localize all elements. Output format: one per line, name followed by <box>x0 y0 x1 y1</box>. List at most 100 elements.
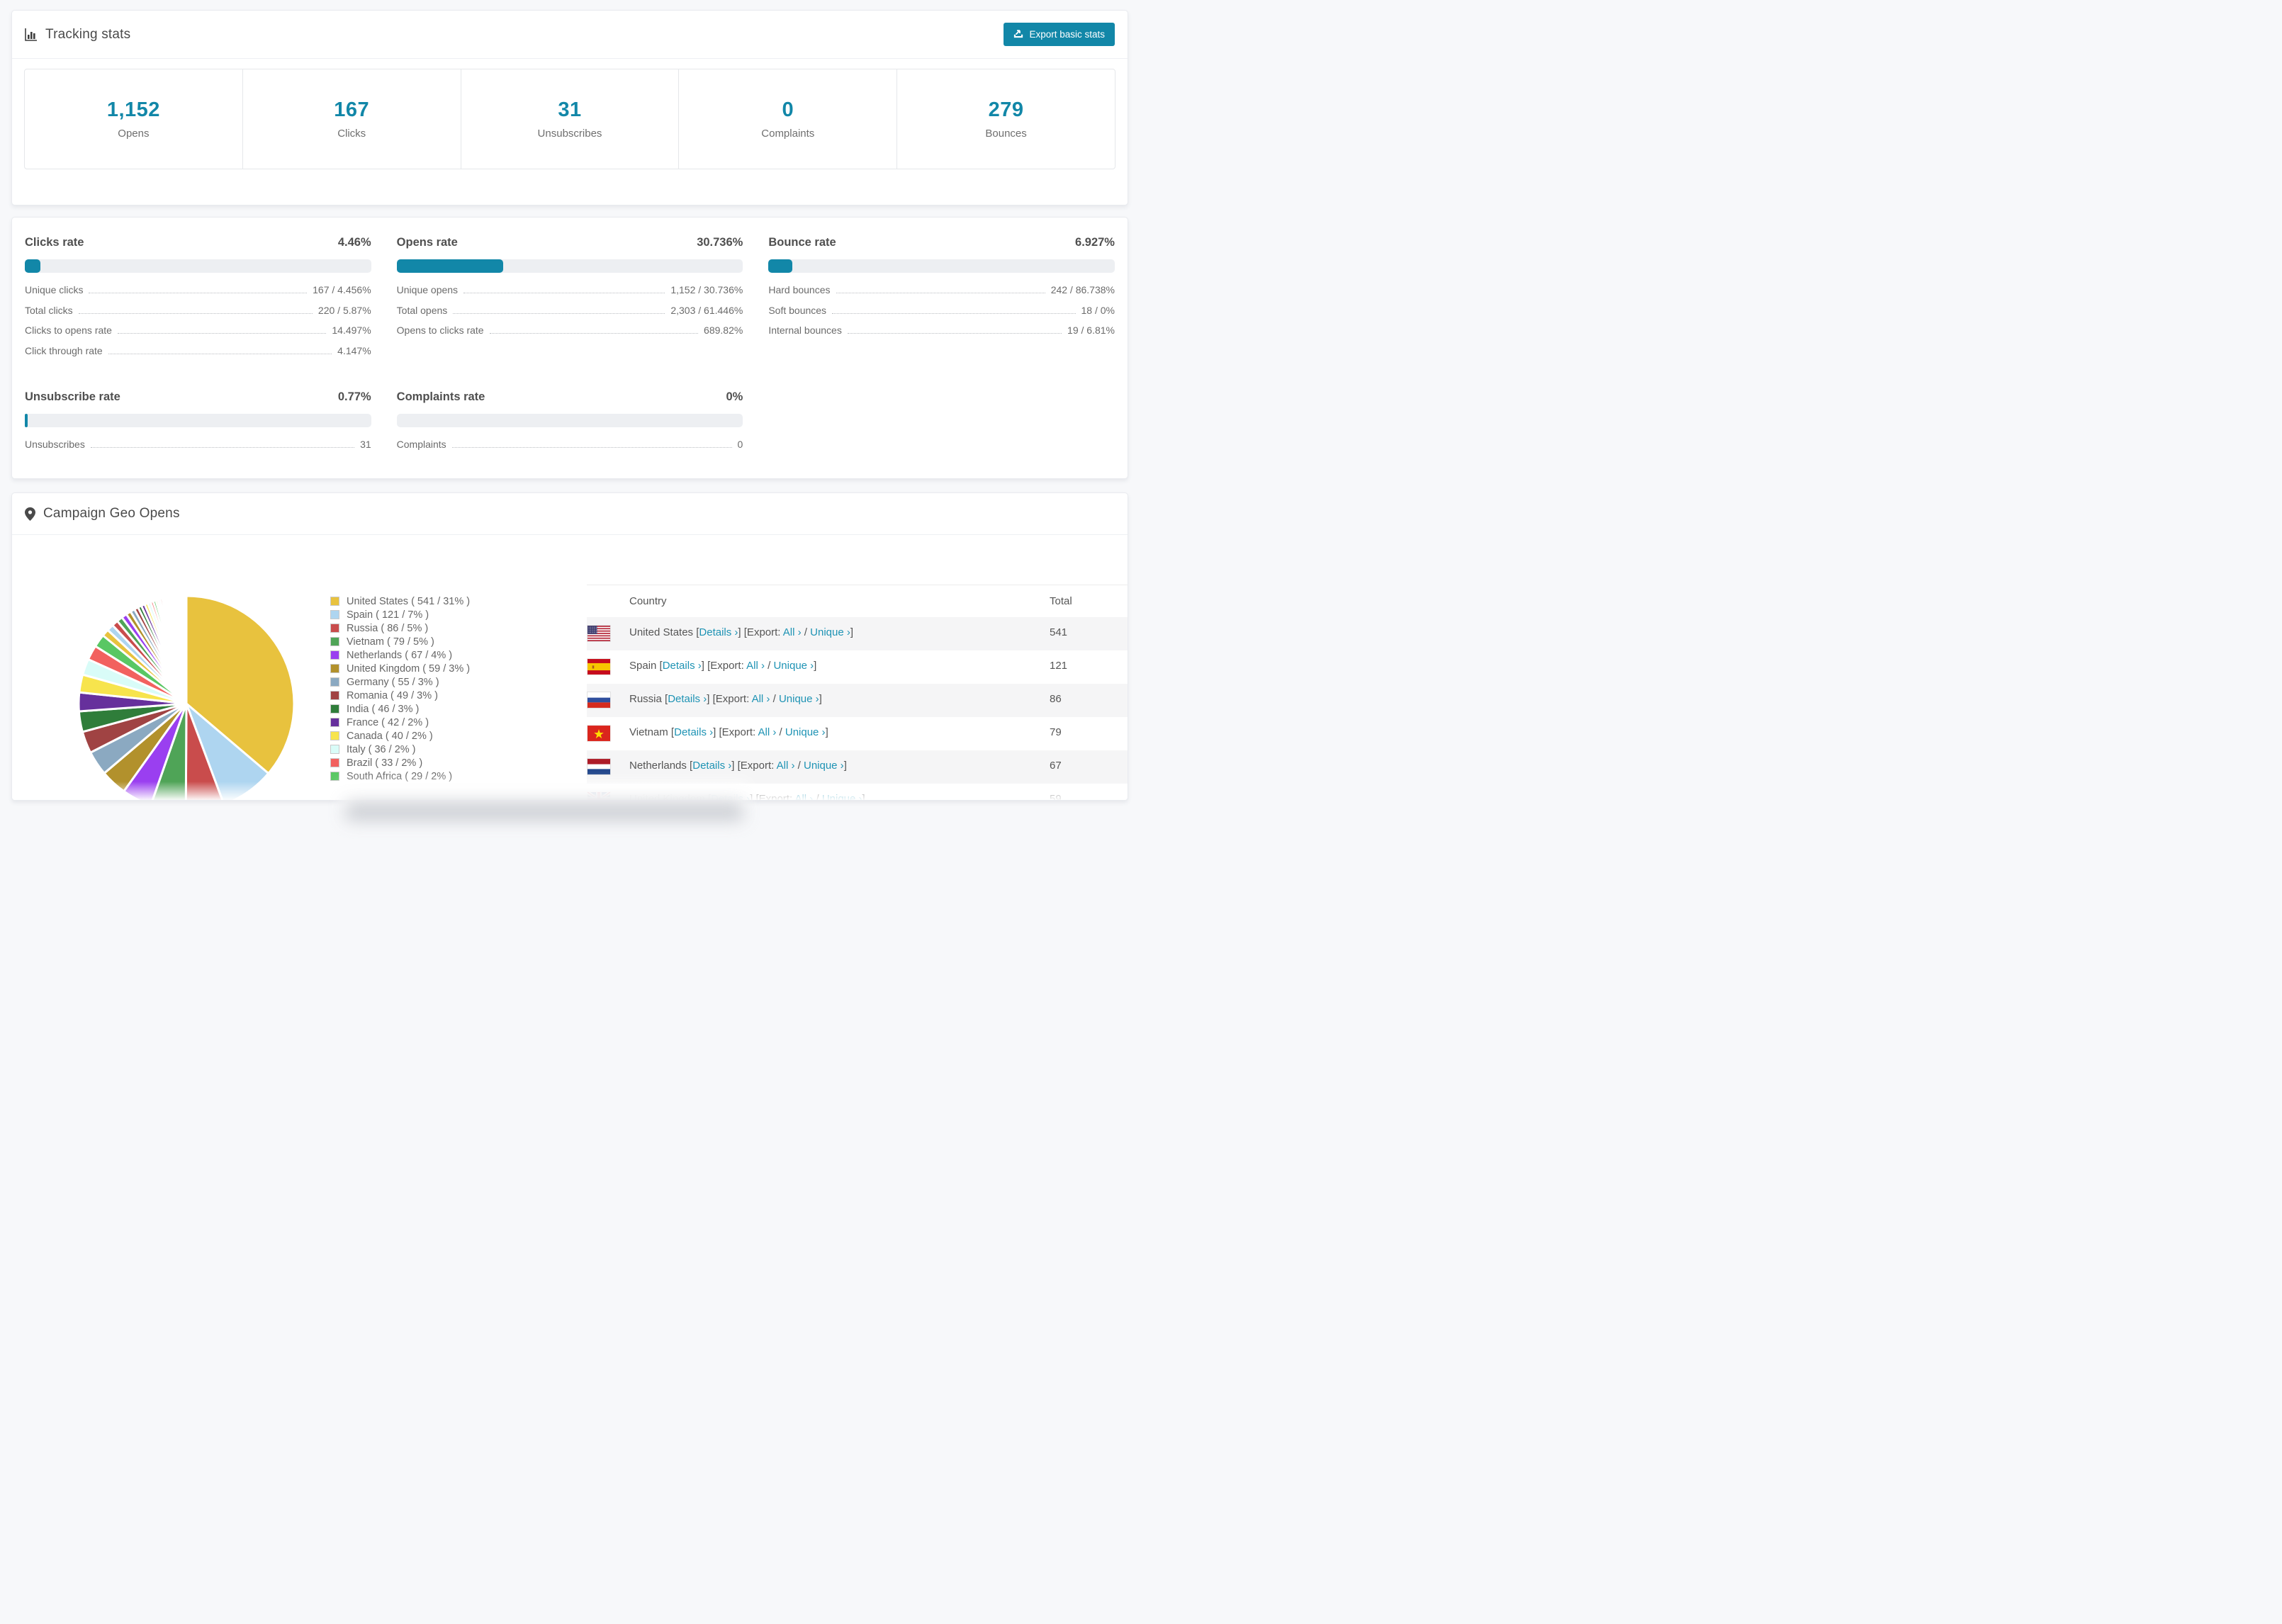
export-prefix: [Export: <box>719 726 756 738</box>
rate-row: Soft bounces 18 / 0% <box>768 305 1115 325</box>
legend-item: Vietnam ( 79 / 5% ) <box>330 635 470 648</box>
rate-block-bounce-rate: Bounce rate 6.927% Hard bounces 242 / 86.73… <box>768 232 1115 365</box>
legend-item: Netherlands ( 67 / 4% ) <box>330 648 470 662</box>
rate-value: 30.736% <box>697 236 743 249</box>
country-name: Spain <box>629 660 657 672</box>
legend-item: India ( 46 / 3% ) <box>330 702 470 716</box>
legend-swatch <box>330 718 339 727</box>
geo-opens-pie-chart <box>77 594 296 800</box>
export-unique-link[interactable]: Unique › <box>785 726 826 738</box>
rate-row: Hard bounces 242 / 86.738% <box>768 284 1115 305</box>
dotted-leader <box>117 333 327 334</box>
rate-value: 0.77% <box>337 390 371 403</box>
details-link[interactable]: Details › <box>699 626 738 638</box>
export-prefix: [Export: <box>707 660 744 672</box>
legend-swatch <box>330 610 339 619</box>
vn-flag-icon <box>587 725 611 742</box>
export-unique-link[interactable]: Unique › <box>804 760 844 772</box>
stat-label: Clicks <box>337 128 366 140</box>
map-pin-icon <box>25 507 35 521</box>
export-all-link[interactable]: All › <box>794 793 813 800</box>
country-total: 59 <box>1050 793 1062 801</box>
progress-bar-fill <box>396 259 503 273</box>
dotted-leader <box>453 312 665 314</box>
legend-swatch <box>330 597 339 606</box>
rate-row: Total opens 2,303 / 61.446% <box>397 305 743 325</box>
export-all-link[interactable]: All › <box>746 660 765 672</box>
export-basic-stats-button[interactable]: Export basic stats <box>1004 23 1115 46</box>
table-row-es: Spain [Details ›] [Export: All › / Uniqu… <box>587 650 1128 684</box>
details-link[interactable]: Details › <box>692 760 731 772</box>
rate-row-label: Soft bounces <box>768 304 827 316</box>
stat-complaints: 0 Complaints <box>678 69 896 169</box>
legend-swatch <box>330 745 339 754</box>
export-unique-link[interactable]: Unique › <box>822 793 862 800</box>
rate-row-label: Unique clicks <box>25 284 84 295</box>
legend-item: South Africa ( 29 / 2% ) <box>330 769 470 783</box>
details-link[interactable]: Details › <box>668 693 707 705</box>
legend-label: Netherlands ( 67 / 4% ) <box>347 649 453 661</box>
legend-label: Vietnam ( 79 / 5% ) <box>347 636 434 648</box>
rate-row-label: Total opens <box>396 304 448 316</box>
progress-bar <box>768 259 1115 273</box>
rate-value: 0% <box>726 390 743 403</box>
table-row-us: United States [Details ›] [Export: All ›… <box>587 617 1128 650</box>
rate-row-value: 689.82% <box>704 325 743 336</box>
rate-row-value: 19 / 6.81% <box>1067 325 1115 336</box>
export-prefix: [Export: <box>755 793 793 801</box>
stat-value: 31 <box>558 98 582 121</box>
rate-title: Bounce rate <box>768 236 836 249</box>
export-button-label: Export basic stats <box>1029 29 1105 40</box>
rate-value: 6.927% <box>1075 236 1115 249</box>
dotted-leader <box>489 333 699 334</box>
dotted-leader <box>78 312 313 314</box>
country-name: Vietnam <box>629 726 668 738</box>
us-flag-icon <box>587 625 611 642</box>
section-title: Campaign Geo Opens <box>43 506 180 521</box>
legend-swatch <box>330 677 339 687</box>
legend-label: Spain ( 121 / 7% ) <box>347 609 429 621</box>
stat-bounces: 279 Bounces <box>896 69 1115 169</box>
country-total: 67 <box>1050 760 1062 772</box>
legend-swatch <box>330 758 339 767</box>
details-link[interactable]: Details › <box>663 660 702 672</box>
legend-label: Romania ( 49 / 3% ) <box>347 689 438 701</box>
bottom-overlay-shadow <box>346 802 743 821</box>
export-prefix: [Export: <box>737 760 775 772</box>
stat-label: Complaints <box>761 128 815 140</box>
export-unique-link[interactable]: Unique › <box>810 626 850 638</box>
details-link[interactable]: Details › <box>674 726 713 738</box>
progress-bar-fill <box>25 259 40 273</box>
rate-block-unsubscribe-rate: Unsubscribe rate 0.77% Unsubscribes 31 <box>25 386 371 459</box>
export-all-link[interactable]: All › <box>777 760 795 772</box>
country-name: Netherlands <box>629 760 687 772</box>
rate-row-value: 1,152 / 30.736% <box>670 284 743 295</box>
rate-row: Click through rate 4.147% <box>25 345 371 366</box>
progress-bar <box>396 259 743 273</box>
rate-row-label: Unsubscribes <box>25 439 85 450</box>
export-all-link[interactable]: All › <box>783 626 802 638</box>
legend-swatch <box>330 650 339 660</box>
progress-bar <box>25 414 371 427</box>
export-prefix: [Export: <box>712 693 750 705</box>
rate-row: Internal bounces 19 / 6.81% <box>768 325 1115 345</box>
rate-title: Unsubscribe rate <box>25 390 120 403</box>
rate-row: Unique opens 1,152 / 30.736% <box>397 284 743 305</box>
table-row-ru: Russia [Details ›] [Export: All › / Uniq… <box>587 684 1128 717</box>
legend-item: Canada ( 40 / 2% ) <box>330 729 470 743</box>
export-all-link[interactable]: All › <box>752 693 770 705</box>
stat-value: 167 <box>334 98 370 121</box>
export-unique-link[interactable]: Unique › <box>773 660 814 672</box>
dotted-leader <box>90 447 355 448</box>
legend-swatch <box>330 664 339 673</box>
rate-row-value: 18 / 0% <box>1081 304 1115 316</box>
rate-row-label: Hard bounces <box>768 284 831 295</box>
dotted-leader <box>451 447 732 448</box>
legend-item: Brazil ( 33 / 2% ) <box>330 756 470 769</box>
export-all-link[interactable]: All › <box>758 726 777 738</box>
export-icon <box>1013 28 1023 40</box>
country-name: Russia <box>629 693 662 705</box>
pie-legend: United States ( 541 / 31% ) Spain ( 121 /… <box>330 594 470 783</box>
legend-label: France ( 42 / 2% ) <box>347 716 429 728</box>
export-unique-link[interactable]: Unique › <box>779 693 819 705</box>
